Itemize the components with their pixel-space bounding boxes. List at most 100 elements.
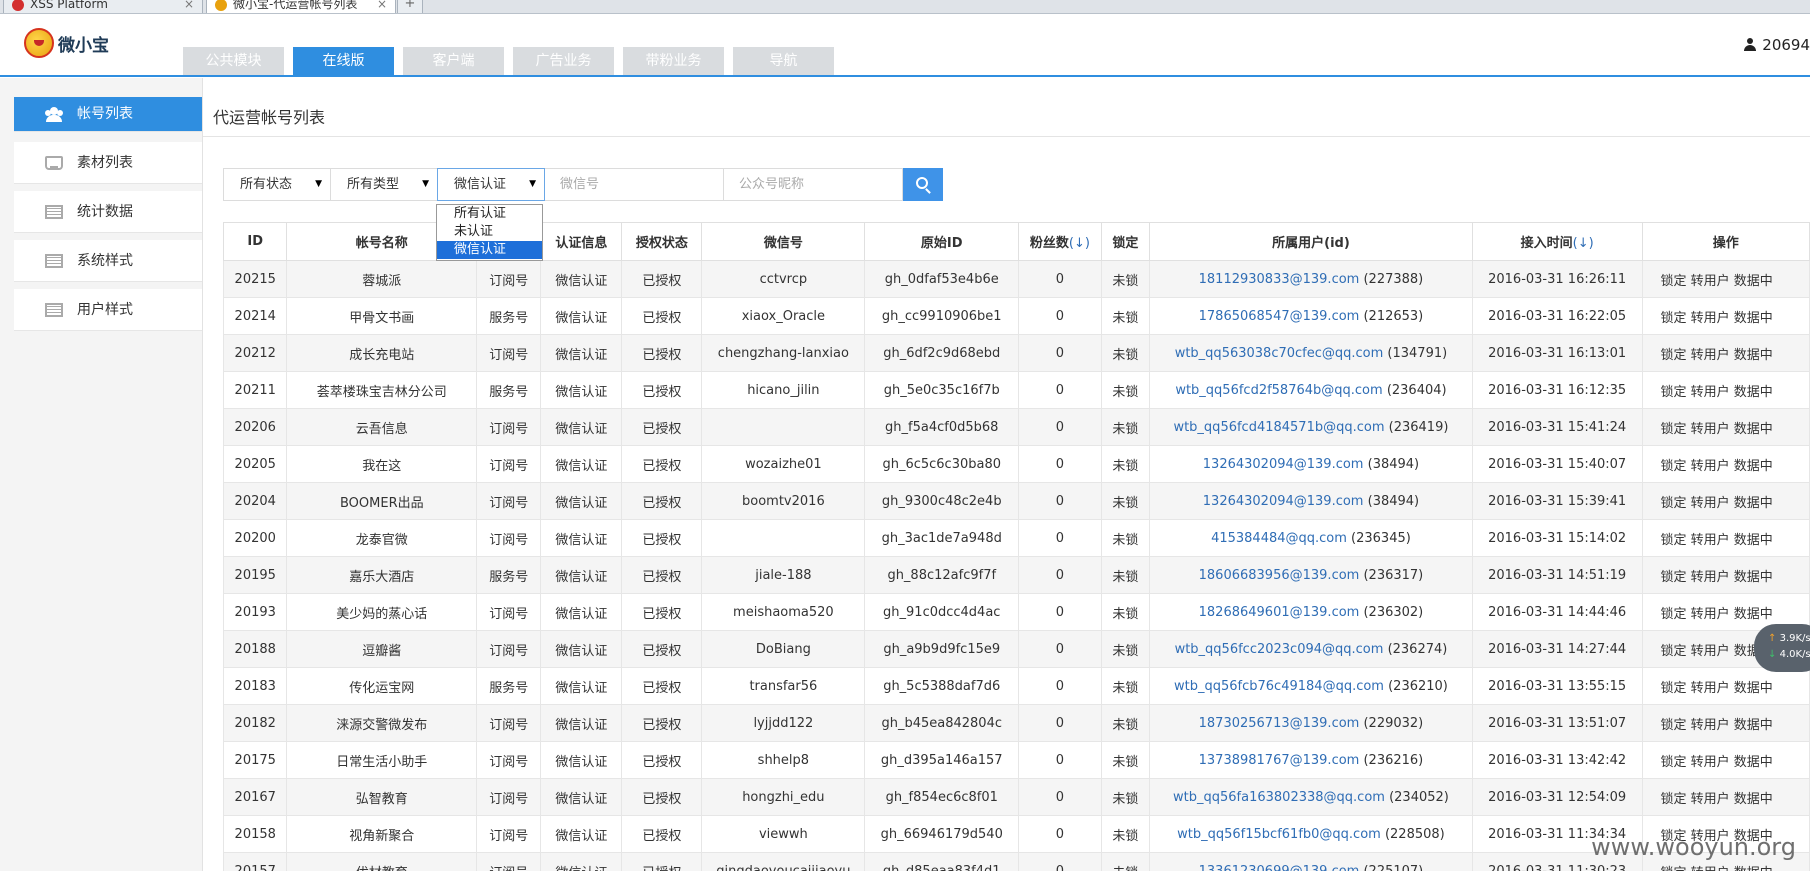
cell-ops: 锁定 转用户 数据中 [1641, 260, 1810, 298]
owner-email-link[interactable]: 13361230699@139.com [1199, 864, 1360, 871]
row-actions-links[interactable]: 锁定 转用户 数据中 [1661, 866, 1773, 871]
row-actions-links[interactable]: 锁定 转用户 数据中 [1661, 348, 1773, 363]
type-select[interactable]: 所有类型 ▼ [330, 168, 438, 201]
upload-speed: 3.9 [1779, 633, 1796, 644]
row-actions-links[interactable]: 锁定 转用户 数据中 [1661, 274, 1773, 289]
browser-tab-xss[interactable]: XSS Platform × [3, 0, 203, 13]
verify-dropdown-list: 所有认证 未认证 微信认证 [436, 204, 543, 261]
browser-tab-weixiaobao[interactable]: 微小宝-代运营帐号列表 × [206, 0, 396, 13]
row-actions-links[interactable]: 锁定 转用户 数据中 [1661, 718, 1773, 733]
row-actions-links[interactable]: 锁定 转用户 数据中 [1661, 459, 1773, 474]
network-speed-widget[interactable]: ↑ 3.9K/s ↓ 4.0K/s [1754, 624, 1810, 672]
col-time-label: 接入时间 [1520, 236, 1573, 251]
owner-email-link[interactable]: 18112930833@139.com [1199, 272, 1360, 287]
cell-auth: 已授权 [621, 334, 703, 372]
close-icon[interactable]: × [184, 0, 194, 13]
nav-tab-fans[interactable]: 带粉业务 [623, 47, 724, 76]
row-actions-links[interactable]: 锁定 转用户 数据中 [1661, 422, 1773, 437]
user-menu[interactable]: 20694 [1744, 36, 1810, 54]
status-select[interactable]: 所有状态 ▼ [223, 168, 331, 201]
row-actions-links[interactable]: 锁定 转用户 数据中 [1661, 792, 1773, 807]
cell-fans: 0 [1018, 334, 1102, 372]
sidebar-item-accounts[interactable]: 帐号列表 [14, 97, 202, 132]
nav-tab-public[interactable]: 公共模块 [183, 47, 284, 76]
owner-email-link[interactable]: wtb_qq56fcb76c49184@qq.com [1174, 679, 1384, 694]
sidebar-item-user-style[interactable]: 用户样式 [14, 289, 202, 331]
owner-email-link[interactable]: 13264302094@139.com [1203, 494, 1364, 509]
nickname-input[interactable]: 公众号昵称 [723, 168, 903, 201]
sidebar-item-system-style[interactable]: 系统样式 [14, 240, 202, 282]
owner-email-link[interactable]: wtb_qq56f15bcf61fb0@qq.com [1177, 827, 1381, 842]
cell-lock: 未锁 [1100, 741, 1151, 779]
row-actions-links[interactable]: 锁定 转用户 数据中 [1661, 311, 1773, 326]
cell-account-name-link[interactable]: 视角新聚合 [286, 815, 478, 853]
owner-email-link[interactable]: wtb_qq56fcd4184571b@qq.com [1173, 420, 1384, 435]
owner-email-link[interactable]: 18730256713@139.com [1199, 716, 1360, 731]
logo[interactable]: 微小宝 [24, 28, 109, 58]
cell-account-name-link[interactable]: 荟萃楼珠宝吉林分公司 [286, 371, 478, 409]
cell-account-name-link[interactable]: 弘智教育 [286, 778, 478, 816]
cell-account-name-link[interactable]: 龙泰官微 [286, 519, 478, 557]
owner-email-link[interactable]: wtb_qq56fcd2f58764b@qq.com [1175, 383, 1382, 398]
row-actions-links[interactable]: 锁定 转用户 数据中 [1661, 385, 1773, 400]
owner-email-link[interactable]: wtb_qq56fcc2023c094@qq.com [1175, 642, 1384, 657]
cell-account-name-link[interactable]: 甲骨文书画 [286, 297, 478, 335]
wechat-id-input[interactable]: 微信号 [544, 168, 724, 201]
caret-down-icon: ▼ [529, 179, 536, 189]
row-actions-links[interactable]: 锁定 转用户 数据中 [1661, 533, 1773, 548]
sort-fans-link[interactable]: (↓) [1069, 236, 1090, 251]
cell-account-name-link[interactable]: 成长充电站 [286, 334, 478, 372]
cell-type: 服务号 [476, 667, 542, 705]
cell-auth: 已授权 [621, 667, 703, 705]
cell-fans: 0 [1018, 741, 1102, 779]
row-actions-links[interactable]: 锁定 转用户 数据中 [1661, 570, 1773, 585]
sidebar-item-statistics[interactable]: 统计数据 [14, 191, 202, 233]
verify-option-all[interactable]: 所有认证 [437, 205, 542, 223]
owner-id: (236317) [1363, 567, 1424, 583]
row-actions-links[interactable]: 锁定 转用户 数据中 [1661, 755, 1773, 770]
row-actions-links[interactable]: 锁定 转用户 数据中 [1661, 681, 1773, 696]
nav-tab-online[interactable]: 在线版 [293, 47, 394, 76]
cell-fans: 0 [1018, 260, 1102, 298]
cell-account-name-link[interactable]: 嘉乐大酒店 [286, 556, 478, 594]
owner-email-link[interactable]: 415384484@qq.com [1211, 531, 1347, 546]
verify-option-unverified[interactable]: 未认证 [437, 223, 542, 241]
row-actions-links[interactable]: 锁定 转用户 数据中 [1661, 607, 1773, 622]
owner-email-link[interactable]: 17865068547@139.com [1199, 309, 1360, 324]
close-icon[interactable]: × [377, 0, 387, 13]
cell-account-name-link[interactable]: 逗瓣酱 [286, 630, 478, 668]
sort-time-link[interactable]: (↓) [1573, 236, 1594, 251]
cell-origin-id: gh_9300c48c2e4b [864, 482, 1020, 520]
verify-select[interactable]: 微信认证 ▼ [437, 168, 545, 201]
cell-account-name-link[interactable]: BOOMER出品 [286, 482, 478, 520]
cell-account-name-link[interactable]: 我在这 [286, 445, 478, 483]
cell-id: 20188 [222, 630, 288, 668]
cell-verify: 微信认证 [540, 630, 623, 668]
owner-email-link[interactable]: 18268649601@139.com [1199, 605, 1360, 620]
cell-account-name-link[interactable]: 优材教育 [286, 852, 478, 871]
owner-email-link[interactable]: 18606683956@139.com [1199, 568, 1360, 583]
search-button[interactable] [903, 168, 943, 201]
row-actions-links[interactable]: 锁定 转用户 数据中 [1661, 496, 1773, 511]
nav-tab-client[interactable]: 客户端 [403, 47, 504, 76]
cell-account-name-link[interactable]: 云吾信息 [286, 408, 478, 446]
owner-email-link[interactable]: 13738981767@139.com [1199, 753, 1360, 768]
owner-email-link[interactable]: wtb_qq56fa163802338@qq.com [1173, 790, 1385, 805]
nav-tab-ads[interactable]: 广告业务 [513, 47, 614, 76]
new-tab-button[interactable]: + [397, 0, 423, 13]
cell-account-name-link[interactable]: 传化运宝网 [286, 667, 478, 705]
cell-ops: 锁定 转用户 数据中 [1641, 408, 1810, 446]
cell-account-name-link[interactable]: 蓉城派 [286, 260, 478, 298]
cell-owner: 13264302094@139.com (38494) [1149, 445, 1473, 483]
owner-email-link[interactable]: 13264302094@139.com [1203, 457, 1364, 472]
verify-option-wechat[interactable]: 微信认证 [437, 241, 542, 259]
cell-time: 2016-03-31 13:51:07 [1471, 704, 1643, 742]
cell-lock: 未锁 [1100, 482, 1151, 520]
cell-account-name-link[interactable]: 美少妈的蒸心话 [286, 593, 478, 631]
col-id: ID [222, 222, 288, 261]
nav-tab-navigation[interactable]: 导航 [733, 47, 834, 76]
owner-email-link[interactable]: wtb_qq563038c70cfec@qq.com [1175, 346, 1384, 361]
sidebar-item-materials[interactable]: 素材列表 [14, 142, 202, 184]
cell-account-name-link[interactable]: 日常生活小助手 [286, 741, 478, 779]
cell-account-name-link[interactable]: 涞源交警微发布 [286, 704, 478, 742]
